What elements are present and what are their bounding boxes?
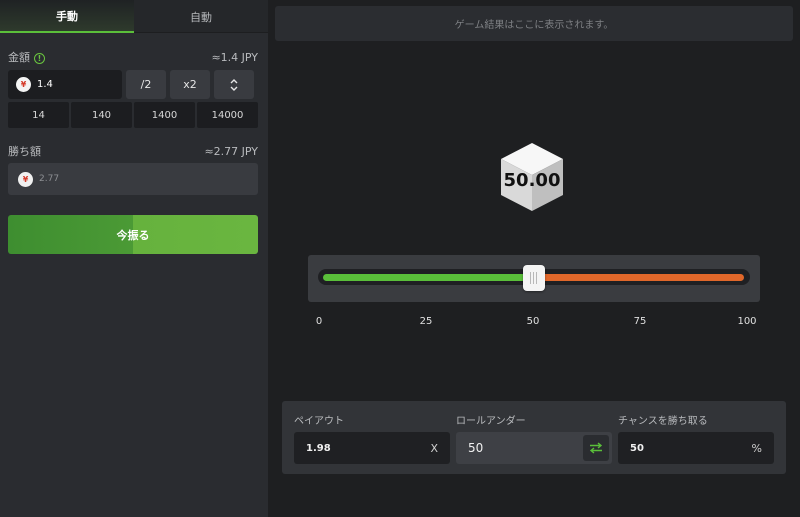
game-result-bar: ゲーム結果はここに表示されます。 [275,6,793,41]
win-amount-label-row: 勝ち額 ≈2.77 JPY [8,143,258,159]
roll-slider [308,255,760,302]
roll-under-field[interactable]: 50 [456,432,612,464]
roll-under-label: ロールアンダー [456,416,526,427]
slider-handle[interactable] [522,265,545,291]
preset-button[interactable]: 1400 [134,102,195,128]
win-amount-value: 2.77 [39,174,60,184]
win-chance-value: 50 [630,442,644,454]
slider-win-range [323,274,534,281]
tick-label: 50 [526,316,540,327]
tick-label: 0 [315,316,323,327]
grip-line [530,272,531,284]
bet-settings-panel: ペイアウト 1.98 X ロールアンダー 50 チャンスを勝ち取る 50 % [282,401,786,474]
payout-column: ペイアウト 1.98 X [282,401,450,474]
swap-arrows-svg [589,442,603,454]
tick-label: 25 [419,316,433,327]
bet-panel: 手動 自動 金額! ≈1.4 JPY ¥ 1.4 /2 x2 14 140 14… [0,0,268,517]
double-bet-button[interactable]: x2 [170,70,210,99]
win-amount-field: ¥ 2.77 [8,163,258,195]
tick-label: 75 [633,316,647,327]
win-chance-suffix: % [751,441,762,455]
win-chance-field[interactable]: 50 % [618,432,774,464]
roll-under-value: 50 [468,441,484,455]
bet-amount-label: 金額 [8,51,30,64]
bet-presets: 14 140 1400 14000 [8,102,258,128]
payout-suffix: X [430,441,438,455]
win-chance-label: チャンスを勝ち取る [618,416,708,427]
bet-amount-label-row: 金額! ≈1.4 JPY [8,49,258,65]
tab-auto[interactable]: 自動 [134,0,268,33]
payout-label: ペイアウト [294,416,344,427]
bet-amount-input[interactable]: ¥ 1.4 [8,70,122,99]
roll-under-column: ロールアンダー 50 [444,401,612,474]
slider-lose-range [533,274,744,281]
yen-icon: ¥ [18,171,33,187]
grip-line [536,272,537,284]
tick-label: 100 [737,316,757,327]
payout-value: 1.98 [306,442,331,454]
grip-line [533,272,534,284]
bet-amount-value: 1.4 [37,79,53,90]
win-chance-column: チャンスを勝ち取る 50 % [606,401,774,474]
chevron-up-down-svg [230,78,238,91]
tab-manual[interactable]: 手動 [0,0,134,33]
chevron-up-down-icon[interactable] [214,70,254,99]
bet-amount-controls: ¥ 1.4 /2 x2 [8,70,258,99]
yen-icon: ¥ [16,77,31,92]
win-amount-label: 勝ち額 [8,145,41,158]
bet-amount-label-group: 金額! [8,49,45,65]
preset-button[interactable]: 140 [71,102,132,128]
bet-amount-approx: ≈1.4 JPY [211,50,258,64]
dice-result-value: 50.00 [503,170,561,191]
half-bet-button[interactable]: /2 [126,70,166,99]
dice-game-screen: 手動 自動 金額! ≈1.4 JPY ¥ 1.4 /2 x2 14 140 14… [0,0,800,517]
roll-button[interactable]: 今振る [8,215,258,254]
info-icon[interactable]: ! [34,53,45,64]
preset-button[interactable]: 14 [8,102,69,128]
slider-ticks: 0 25 50 75 100 [0,316,800,330]
mode-tabs: 手動 自動 [0,0,268,33]
win-amount-approx: ≈2.77 JPY [204,144,258,158]
payout-field[interactable]: 1.98 X [294,432,450,464]
preset-button[interactable]: 14000 [197,102,258,128]
